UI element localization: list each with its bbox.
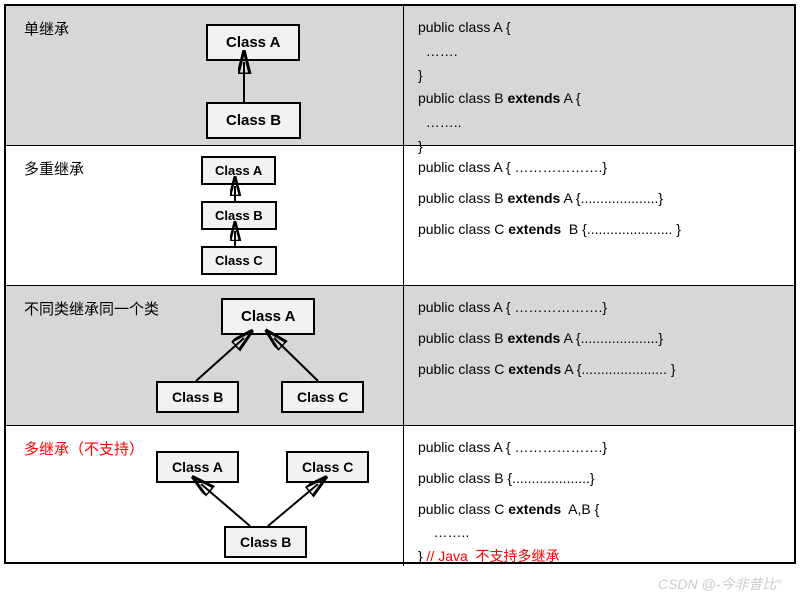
diagram-multilevel: Class A Class B Class C: [6, 146, 403, 285]
diagram-cell: 多继承（不支持） Class A Class C Class B: [6, 426, 404, 566]
code-line: public class B extends A {..............…: [418, 327, 780, 351]
diagram-cell: 不同类继承同一个类 Class A Class B Class C: [6, 286, 404, 425]
code-cell: public class A { ……………….} public class B…: [404, 426, 794, 566]
code-line: public class B {....................}: [418, 467, 780, 491]
code-line: public class C extends A {..............…: [418, 358, 780, 382]
diagram-cell: 单继承 Class A Class B: [6, 6, 404, 145]
code-line: public class C extends B {..............…: [418, 218, 780, 242]
code-line: ……..: [418, 111, 780, 135]
code-line: ……..: [418, 521, 780, 545]
row-hierarchical-inheritance: 不同类继承同一个类 Class A Class B Class C public…: [6, 286, 794, 426]
diagram-cell: 多重继承 Class A Class B Class C: [6, 146, 404, 285]
class-b-box: Class B: [201, 201, 277, 230]
class-a-box: Class A: [201, 156, 276, 185]
row-multiple-inheritance: 多继承（不支持） Class A Class C Class B public …: [6, 426, 794, 566]
inheritance-table: 单继承 Class A Class B public class A { …….…: [4, 4, 796, 564]
code-line: public class A { ……………….}: [418, 436, 780, 460]
class-c-box: Class C: [281, 381, 364, 413]
code-line: [418, 460, 780, 467]
code-line: public class A { ……………….}: [418, 296, 780, 320]
class-c-box: Class C: [201, 246, 277, 275]
code-line: public class A {: [418, 16, 780, 40]
code-line: } // Java 不支持多继承: [418, 545, 780, 569]
row-single-inheritance: 单继承 Class A Class B public class A { …….…: [6, 6, 794, 146]
class-a-box: Class A: [206, 24, 300, 61]
code-line: [418, 180, 780, 187]
class-b-box: Class B: [156, 381, 239, 413]
arrow-icon: [6, 6, 403, 145]
code-line: [418, 211, 780, 218]
code-line: public class B extends A {: [418, 87, 780, 111]
code-line: public class C extends A,B {: [418, 498, 780, 522]
code-cell: public class A { ……………….} public class B…: [404, 146, 794, 285]
code-line: [418, 320, 780, 327]
diagram-multiple: Class A Class C Class B: [6, 426, 403, 566]
code-line: [418, 351, 780, 358]
watermark-label: CSDN @-今非昔比°: [658, 574, 782, 594]
code-line: }: [418, 64, 780, 88]
code-line: public class A { ……………….}: [418, 156, 780, 180]
code-cell: public class A { …….}public class B exte…: [404, 6, 794, 145]
class-a-box: Class A: [156, 451, 239, 483]
code-line: [418, 491, 780, 498]
arrow-icon: [6, 426, 403, 566]
diagram-hierarchical: Class A Class B Class C: [6, 286, 403, 425]
class-b-box: Class B: [224, 526, 307, 558]
row-multilevel-inheritance: 多重继承 Class A Class B Class C public clas…: [6, 146, 794, 286]
class-c-box: Class C: [286, 451, 369, 483]
code-cell: public class A { ……………….} public class B…: [404, 286, 794, 425]
code-line: …….: [418, 40, 780, 64]
code-line: public class B extends A {..............…: [418, 187, 780, 211]
class-b-box: Class B: [206, 102, 301, 139]
class-a-box: Class A: [221, 298, 315, 335]
diagram-single: Class A Class B: [6, 6, 403, 145]
